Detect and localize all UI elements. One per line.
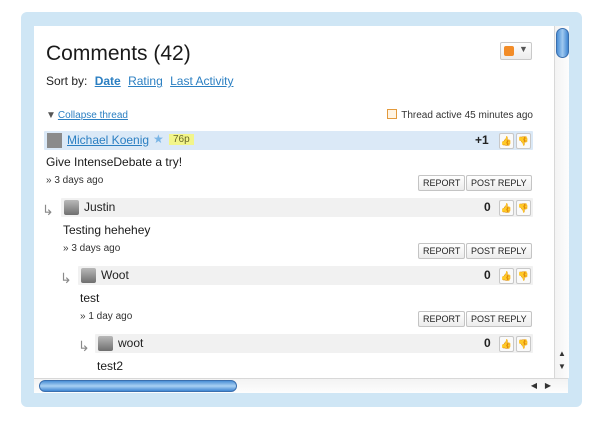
vertical-scroll-thumb[interactable] <box>556 28 569 58</box>
comment-header-justin: Justin 0 👍 👎 <box>61 198 533 217</box>
avatar <box>98 336 113 351</box>
author-link[interactable]: Michael Koenig <box>67 133 149 147</box>
comment-score: 0 <box>484 336 491 350</box>
thumb-up-icon[interactable]: 👍 <box>499 268 514 284</box>
scroll-down-arrow-icon[interactable]: ▼ <box>555 361 569 372</box>
collapse-thread-link[interactable]: ▼ Collapse thread <box>46 110 128 121</box>
post-reply-button[interactable]: POST REPLY <box>466 243 532 259</box>
sort-last-activity-link[interactable]: Last Activity <box>170 74 233 88</box>
reply-arrow-icon: ↳ <box>78 338 90 354</box>
thumb-down-icon[interactable]: 👎 <box>516 268 531 284</box>
sort-label: Sort by: <box>46 74 88 88</box>
page-title: Comments (42) <box>46 42 191 65</box>
vertical-scrollbar[interactable]: ▲ ▼ <box>554 26 569 378</box>
avatar <box>47 133 62 148</box>
sort-rating-link[interactable]: Rating <box>128 74 163 88</box>
sort-date-link[interactable]: Date <box>95 74 121 88</box>
avatar <box>64 200 79 215</box>
collapse-thread-label: Collapse thread <box>57 110 128 121</box>
rss-dropdown-button[interactable]: ▼ <box>500 42 532 60</box>
thumb-down-icon[interactable]: 👎 <box>516 200 531 216</box>
star-icon: ★ <box>153 132 164 146</box>
author-name: Woot <box>101 268 129 282</box>
author-name: Justin <box>84 200 116 214</box>
comment-text: Testing hehehey <box>63 223 151 237</box>
post-reply-button[interactable]: POST REPLY <box>466 311 532 327</box>
reply-arrow-icon: ↳ <box>42 202 54 218</box>
comment-text: test <box>80 291 100 305</box>
thumb-up-icon[interactable]: 👍 <box>499 200 514 216</box>
avatar <box>81 268 96 283</box>
comment-time: » 1 day ago <box>80 311 133 322</box>
comment-score: +1 <box>475 133 489 147</box>
reply-arrow-icon: ↳ <box>60 270 72 286</box>
triangle-down-icon: ▼ <box>46 110 56 121</box>
comment-score: 0 <box>484 200 491 214</box>
thumb-down-icon[interactable]: 👎 <box>516 133 531 149</box>
comments-panel: Comments (42) ▼ Sort by: Date Rating Las… <box>34 26 554 378</box>
scroll-left-arrow-icon[interactable]: ◀ <box>528 379 540 393</box>
post-reply-button[interactable]: POST REPLY <box>466 175 532 191</box>
report-button[interactable]: REPORT <box>418 175 466 191</box>
comment-text: Give IntenseDebate a try! <box>46 155 183 169</box>
thumb-up-icon[interactable]: 👍 <box>499 336 514 352</box>
thumb-up-icon[interactable]: 👍 <box>499 133 514 149</box>
scroll-up-arrow-icon[interactable]: ▲ <box>555 348 569 359</box>
thumb-down-icon[interactable]: 👎 <box>516 336 531 352</box>
rss-icon <box>387 109 398 119</box>
author-name: woot <box>118 336 144 350</box>
report-button[interactable]: REPORT <box>418 311 466 327</box>
points-badge: 76p <box>169 134 194 145</box>
horizontal-scrollbar[interactable]: ◀ ▶ <box>34 378 568 393</box>
comment-text: test2 <box>97 359 124 373</box>
horizontal-scroll-thumb[interactable] <box>39 380 237 392</box>
sort-bar: Sort by: Date Rating Last Activity <box>46 74 233 88</box>
comment-score: 0 <box>484 268 491 282</box>
thread-active-status: Thread active 45 minutes ago <box>387 109 533 121</box>
comment-header-michael: Michael Koenig ★ 76p +1 👍 👎 <box>44 131 533 150</box>
thread-active-label: Thread active 45 minutes ago <box>401 110 533 121</box>
comment-header-woot: Woot 0 👍 👎 <box>78 266 533 285</box>
chevron-down-icon: ▼ <box>519 44 528 54</box>
comment-header-woot-lower: woot 0 👍 👎 <box>95 334 533 353</box>
comment-time: » 3 days ago <box>46 175 104 186</box>
report-button[interactable]: REPORT <box>418 243 466 259</box>
rss-icon <box>504 46 514 56</box>
comment-time: » 3 days ago <box>63 243 121 254</box>
scroll-right-arrow-icon[interactable]: ▶ <box>542 379 554 393</box>
